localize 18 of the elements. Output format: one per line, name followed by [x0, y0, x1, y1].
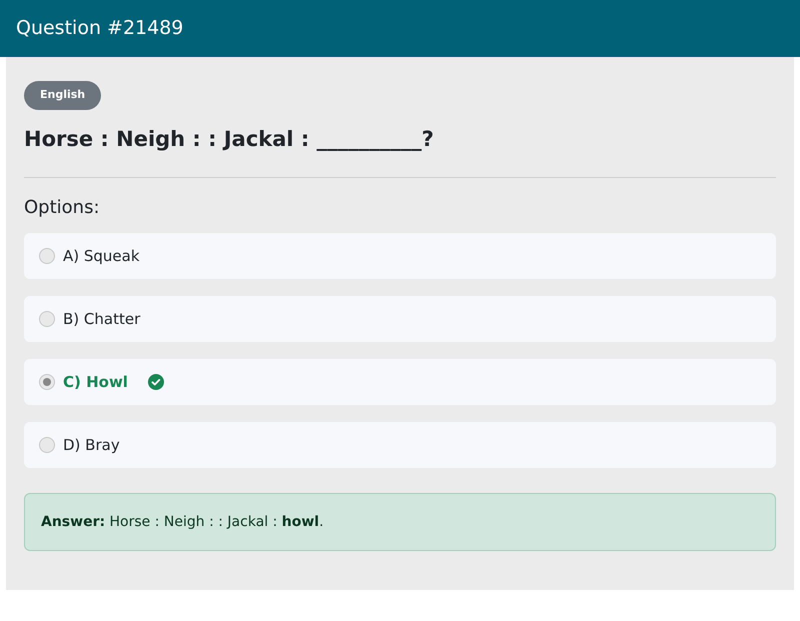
option-row[interactable]: B) Chatter: [24, 296, 776, 342]
radio-button[interactable]: [39, 311, 55, 327]
page-title: Question #21489: [16, 16, 184, 42]
radio-button[interactable]: [39, 437, 55, 453]
question-text: Horse : Neigh : : Jackal : __________?: [24, 126, 435, 153]
options-label: Options:: [24, 196, 101, 220]
option-row[interactable]: C) Howl: [24, 359, 776, 405]
radio-button[interactable]: [39, 374, 55, 390]
language-badge: English: [24, 81, 102, 110]
option-label: A) Squeak: [63, 246, 140, 267]
option-row[interactable]: D) Bray: [24, 422, 776, 468]
option-label: B) Chatter: [63, 308, 140, 330]
option-label: C) Howl: [63, 372, 128, 393]
option-row[interactable]: A) Squeak: [24, 233, 776, 279]
radio-button[interactable]: [39, 248, 55, 264]
option-label: D) Bray: [63, 434, 120, 456]
answer-text: Answer: Horse : Neigh : : Jackal : howl.: [24, 493, 776, 551]
check-circle-icon: [148, 374, 164, 390]
